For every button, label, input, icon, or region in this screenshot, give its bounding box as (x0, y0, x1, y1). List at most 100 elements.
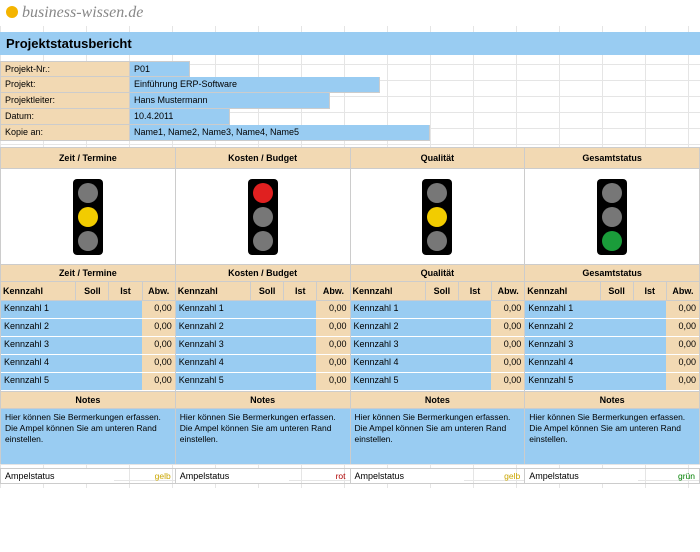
kpi-soll[interactable] (599, 355, 632, 372)
kpi-ist[interactable] (633, 373, 666, 390)
kpi-soll[interactable] (250, 301, 283, 318)
kpi-abw: 0,00 (491, 373, 524, 390)
kpi-soll[interactable] (250, 337, 283, 354)
kpi-row: Kennzahl 30,00 (1, 337, 175, 355)
kpi-abw: 0,00 (491, 301, 524, 318)
traffic-light-area (1, 169, 175, 264)
ampelstatus-value[interactable]: rot (289, 469, 350, 483)
kpi-soll[interactable] (425, 301, 458, 318)
meta-value[interactable]: 10.4.2011 (130, 109, 230, 125)
traffic-light-icon (422, 179, 452, 255)
meta-value[interactable]: Name1, Name2, Name3, Name4, Name5 (130, 125, 430, 141)
kpi-ist[interactable] (108, 301, 141, 318)
traffic-light-area (351, 169, 525, 264)
lamp-green (78, 231, 98, 251)
kpi-ist[interactable] (283, 355, 316, 372)
kpi-row: Kennzahl 50,00 (1, 373, 175, 391)
meta-value[interactable]: Einführung ERP-Software (130, 77, 380, 93)
kpi-ist[interactable] (108, 373, 141, 390)
kpi-soll[interactable] (425, 319, 458, 336)
kpi-ist[interactable] (283, 337, 316, 354)
kpi-ist[interactable] (108, 355, 141, 372)
ampelstatus-value[interactable]: gelb (464, 469, 525, 483)
kpi-name: Kennzahl 4 (351, 355, 425, 372)
kpi-ist[interactable] (108, 319, 141, 336)
notes-body[interactable]: Hier können Sie Bermerkungen erfassen. D… (525, 409, 699, 464)
kpi-soll[interactable] (599, 337, 632, 354)
kpi-ist[interactable] (283, 301, 316, 318)
category-header: Zeit / Termine (1, 147, 175, 169)
kpi-name: Kennzahl 2 (1, 319, 75, 336)
kpi-name: Kennzahl 4 (176, 355, 250, 372)
kpi-ist[interactable] (633, 355, 666, 372)
kpi-ist[interactable] (458, 355, 491, 372)
kpi-soll[interactable] (250, 355, 283, 372)
kpi-row: Kennzahl 10,00 (351, 301, 525, 319)
kpi-name: Kennzahl 4 (525, 355, 599, 372)
kpi-soll[interactable] (75, 301, 108, 318)
kpi-ist[interactable] (283, 373, 316, 390)
kpi-soll[interactable] (75, 337, 108, 354)
kpi-soll[interactable] (425, 355, 458, 372)
notes-body[interactable]: Hier können Sie Bermerkungen erfassen. D… (351, 409, 525, 464)
kpi-soll[interactable] (250, 373, 283, 390)
kpi-row: Kennzahl 30,00 (176, 337, 350, 355)
ampelstatus-label: Ampelstatus (525, 469, 638, 483)
ampelstatus-value[interactable]: grün (638, 469, 699, 483)
kpi-abw: 0,00 (666, 355, 699, 372)
kpi-ist[interactable] (458, 337, 491, 354)
col-ist: Ist (109, 282, 142, 300)
kpi-ist[interactable] (458, 373, 491, 390)
kpi-ist[interactable] (633, 319, 666, 336)
kpi-abw: 0,00 (316, 337, 349, 354)
kpi-abw: 0,00 (491, 319, 524, 336)
kpi-ist[interactable] (458, 301, 491, 318)
notes-header: Notes (1, 391, 175, 409)
kpi-ist[interactable] (108, 337, 141, 354)
notes-header: Notes (176, 391, 350, 409)
kpi-abw: 0,00 (316, 373, 349, 390)
kpi-rows: Kennzahl 10,00Kennzahl 20,00Kennzahl 30,… (176, 301, 350, 391)
kpi-name: Kennzahl 1 (1, 301, 75, 318)
notes-body[interactable]: Hier können Sie Bermerkungen erfassen. D… (176, 409, 350, 464)
meta-row: Datum:10.4.2011 (0, 109, 700, 125)
brand-logo-icon (6, 6, 18, 18)
meta-row: Kopie an:Name1, Name2, Name3, Name4, Nam… (0, 125, 700, 141)
ampelstatus-cell: Ampelstatusrot (176, 469, 351, 483)
traffic-light-area (176, 169, 350, 264)
kpi-ist[interactable] (458, 319, 491, 336)
kpi-abw: 0,00 (666, 319, 699, 336)
kpi-row: Kennzahl 20,00 (176, 319, 350, 337)
notes-body[interactable]: Hier können Sie Bermerkungen erfassen. D… (1, 409, 175, 464)
lamp-red (253, 183, 273, 203)
kpi-abw: 0,00 (142, 373, 175, 390)
kpi-soll[interactable] (425, 373, 458, 390)
col-kennzahl: Kennzahl (525, 282, 600, 300)
notes-header: Notes (351, 391, 525, 409)
project-meta: Projekt-Nr.:P01Projekt:Einführung ERP-So… (0, 61, 700, 141)
kpi-name: Kennzahl 2 (351, 319, 425, 336)
kpi-soll[interactable] (75, 355, 108, 372)
category-subheader: Zeit / Termine (1, 264, 175, 282)
kpi-name: Kennzahl 5 (351, 373, 425, 390)
meta-value[interactable]: Hans Mustermann (130, 93, 330, 109)
kpi-ist[interactable] (633, 301, 666, 318)
kpi-soll[interactable] (75, 319, 108, 336)
meta-value[interactable]: P01 (130, 61, 190, 77)
col-abw: Abw. (667, 282, 699, 300)
meta-row: Projekt:Einführung ERP-Software (0, 77, 700, 93)
kpi-soll[interactable] (599, 319, 632, 336)
kpi-soll[interactable] (599, 373, 632, 390)
kpi-ist[interactable] (283, 319, 316, 336)
kpi-soll[interactable] (425, 337, 458, 354)
kpi-ist[interactable] (633, 337, 666, 354)
kpi-name: Kennzahl 2 (176, 319, 250, 336)
ampelstatus-value[interactable]: gelb (114, 469, 175, 483)
category-subheader: Gesamtstatus (525, 264, 699, 282)
kpi-soll[interactable] (599, 301, 632, 318)
kpi-name: Kennzahl 3 (1, 337, 75, 354)
kpi-soll[interactable] (75, 373, 108, 390)
kpi-soll[interactable] (250, 319, 283, 336)
kpi-abw: 0,00 (666, 373, 699, 390)
lamp-green (253, 231, 273, 251)
